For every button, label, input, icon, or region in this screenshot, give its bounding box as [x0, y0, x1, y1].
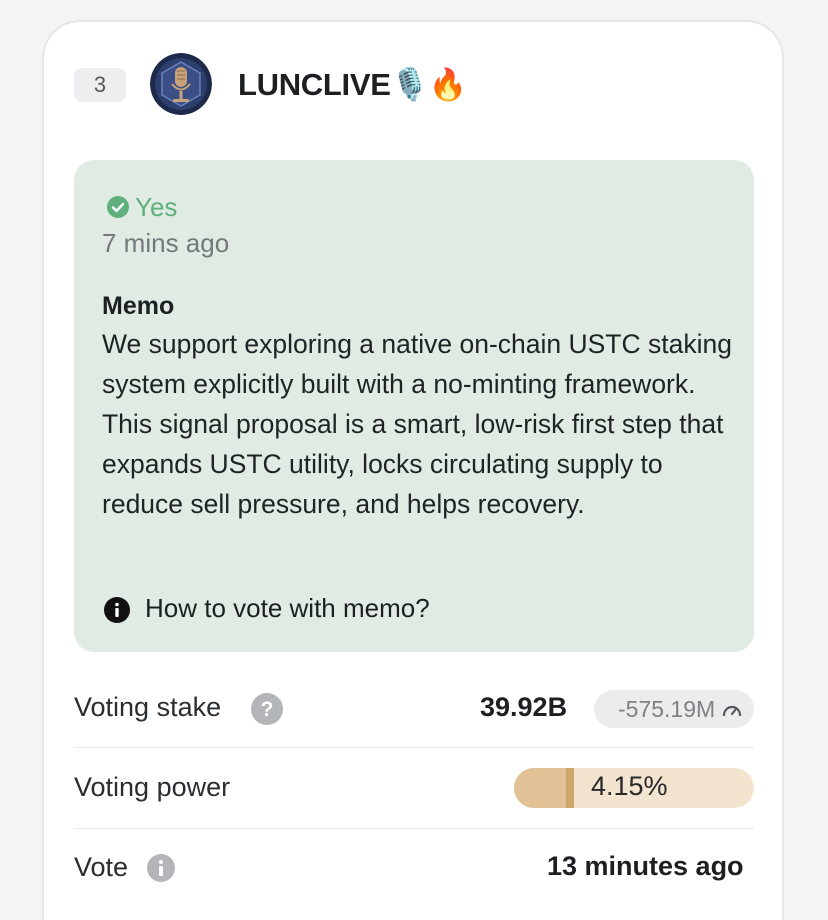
check-circle-icon — [107, 196, 129, 218]
vote-timestamp: 13 minutes ago — [547, 851, 744, 881]
voting-power-label: Voting power — [74, 772, 231, 802]
memo-text: We support exploring a native on-chain U… — [102, 329, 732, 519]
svg-text:?: ? — [261, 698, 274, 721]
voting-power-fill — [514, 768, 574, 808]
memo-heading: Memo — [102, 292, 175, 320]
vote-relative-time: 7 mins ago — [102, 228, 230, 258]
vote-label: Vote — [74, 852, 129, 882]
vote-option: Yes — [135, 192, 178, 222]
rank-badge: 3 — [74, 68, 126, 102]
row-divider — [74, 747, 754, 748]
info-icon[interactable] — [147, 854, 175, 882]
validator-name[interactable]: LUNCLIVE🎙️🔥 — [238, 66, 468, 103]
question-icon[interactable]: ? — [251, 693, 283, 725]
info-icon — [104, 597, 130, 623]
voting-stake-change: -575.19M — [618, 696, 716, 722]
row-divider — [74, 828, 754, 829]
how-to-vote-link[interactable]: How to vote with memo? — [145, 593, 430, 624]
voting-power-marker — [566, 768, 574, 808]
voting-stake-value: 39.92B — [480, 692, 568, 722]
avatar[interactable] — [150, 53, 212, 115]
voting-power-value: 4.15% — [591, 771, 668, 801]
voting-stake-label: Voting stake — [74, 692, 222, 722]
gauge-icon — [721, 700, 743, 718]
